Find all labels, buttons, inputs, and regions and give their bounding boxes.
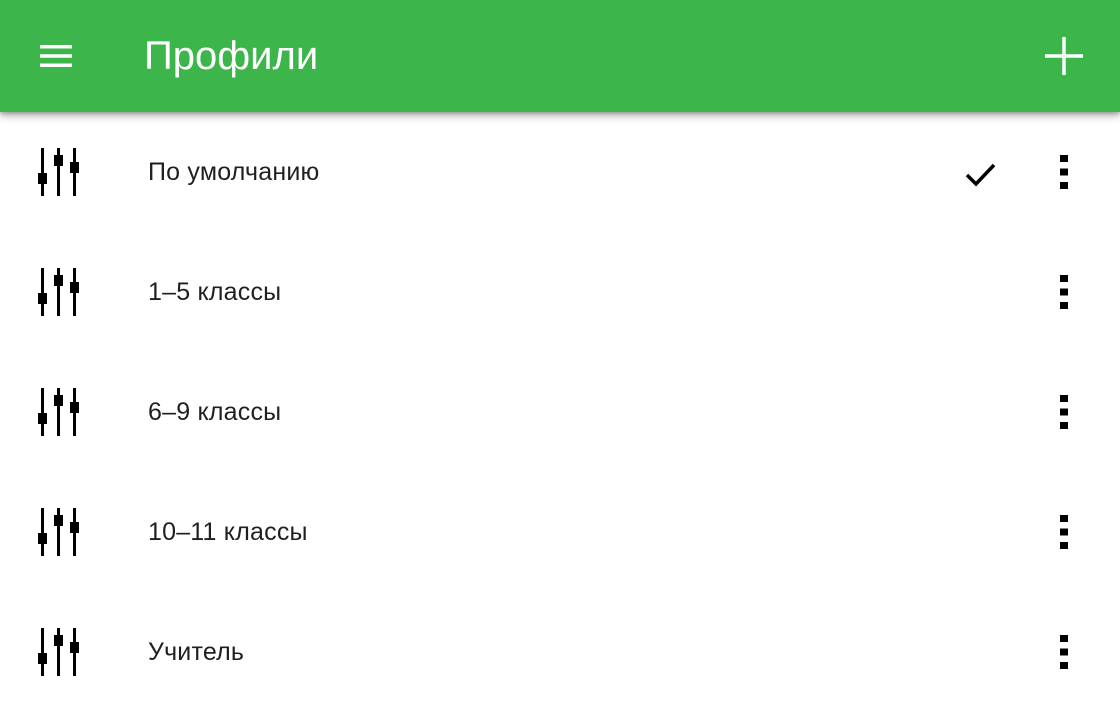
more-vert-icon [1060,515,1068,549]
more-vert-icon [1060,155,1068,189]
profile-menu-button[interactable] [1040,508,1088,556]
profile-menu-button[interactable] [1040,268,1088,316]
menu-button[interactable] [20,20,92,92]
add-icon [1045,37,1083,75]
profile-label: По умолчанию [148,158,320,186]
check-icon [965,163,996,187]
profile-label: 10–11 классы [148,518,308,546]
profile-item[interactable]: 1–5 классы [0,232,1120,352]
profile-menu-button[interactable] [1040,148,1088,196]
profile-label: 1–5 классы [148,278,282,306]
more-vert-icon [1060,395,1068,429]
profile-label: Учитель [148,638,245,666]
profile-item[interactable]: 10–11 классы [0,472,1120,592]
profile-list: По умолчанию 1–5 классы 6–9 классы 10–11… [0,112,1120,712]
equalizer-icon [38,508,79,556]
profile-item[interactable]: 6–9 классы [0,352,1120,472]
more-vert-icon [1060,275,1068,309]
equalizer-icon [38,268,79,316]
profile-menu-button[interactable] [1040,388,1088,436]
equalizer-icon [38,388,79,436]
profile-menu-button[interactable] [1040,628,1088,676]
equalizer-icon [38,148,79,196]
more-vert-icon [1060,635,1068,669]
equalizer-icon [38,628,79,676]
app-bar: Профили [0,0,1120,112]
profile-item[interactable]: По умолчанию [0,112,1120,232]
profile-label: 6–9 классы [148,398,282,426]
add-profile-button[interactable] [1028,20,1100,92]
profile-item[interactable]: Учитель [0,592,1120,712]
menu-icon [40,45,72,67]
page-title: Профили [144,34,319,78]
